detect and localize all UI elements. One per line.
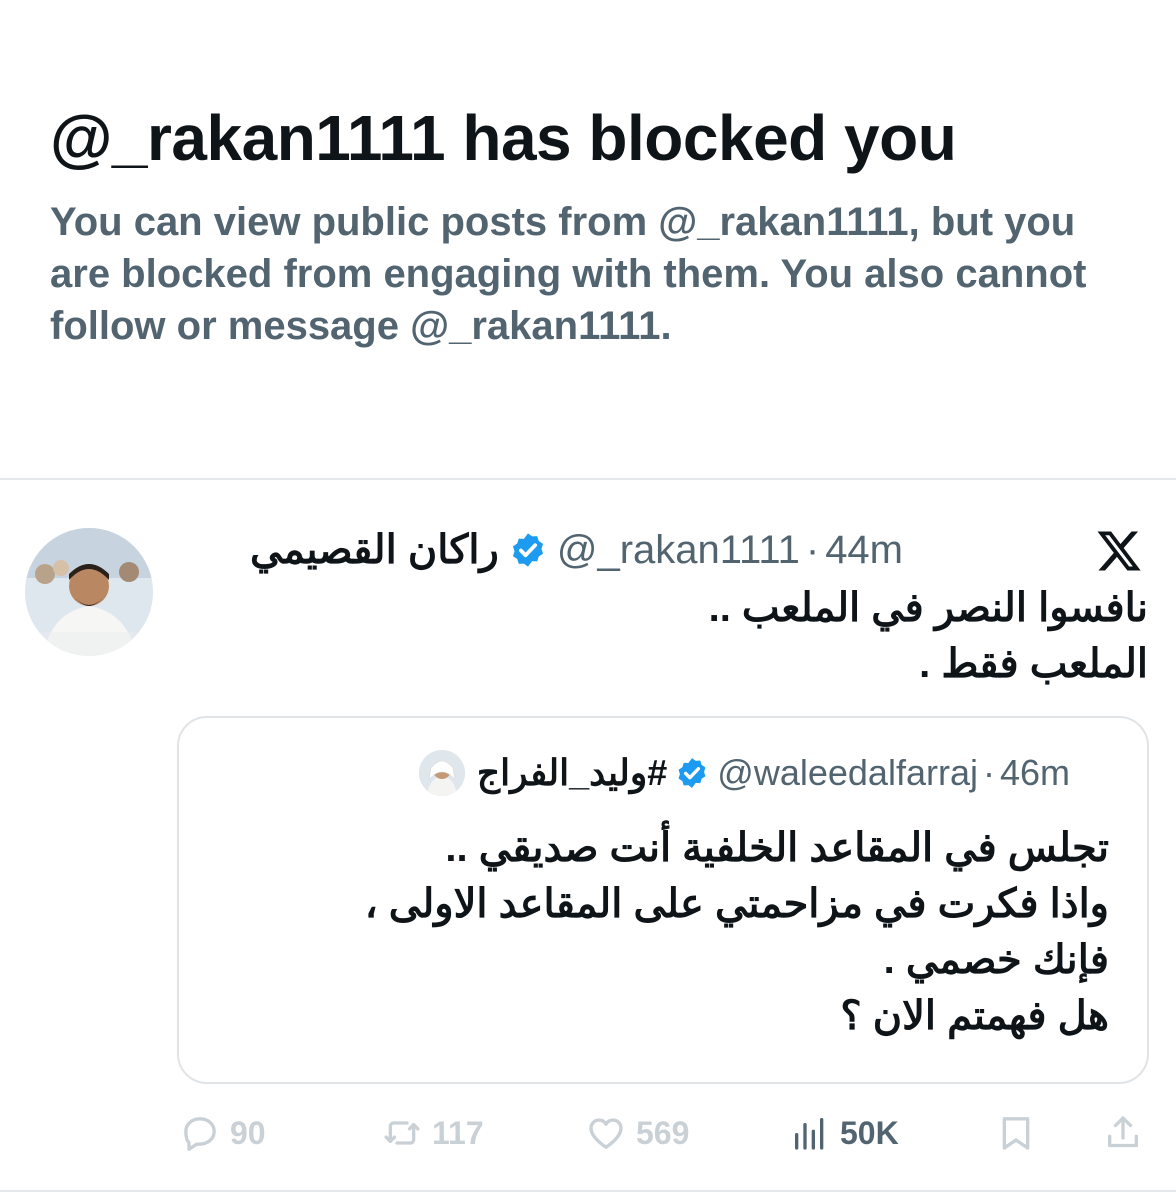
quote-time[interactable]: 46m bbox=[1000, 752, 1070, 794]
share-button[interactable] bbox=[1103, 1108, 1143, 1158]
bottom-divider bbox=[0, 1190, 1176, 1192]
blocked-title: @_rakan1111 has blocked you bbox=[50, 102, 957, 174]
author-handle[interactable]: @_rakan1111 bbox=[557, 528, 800, 573]
bookmark-icon bbox=[1002, 1117, 1030, 1150]
repost-button[interactable]: 117 bbox=[382, 1108, 484, 1158]
section-divider bbox=[0, 478, 1176, 480]
like-button[interactable]: 569 bbox=[586, 1108, 689, 1158]
post-header: راكان القصيمي @_rakan1111 · 44m bbox=[250, 523, 903, 577]
post-text-line: الملعب فقط . bbox=[919, 642, 1148, 686]
blocked-notice: @_rakan1111 has blocked you You can view… bbox=[50, 100, 1140, 352]
quote-author-handle[interactable]: @waleedalfarraj bbox=[717, 752, 978, 794]
x-logo-icon bbox=[1097, 531, 1141, 571]
blocked-description: You can view public posts from @_rakan11… bbox=[50, 200, 1087, 348]
share-icon bbox=[1108, 1116, 1138, 1148]
quote-text-line: واذا فكرت في مزاحمتي على المقاعد الاولى … bbox=[364, 882, 1109, 926]
verified-badge-icon bbox=[678, 758, 706, 788]
views-chart-icon bbox=[795, 1118, 824, 1150]
repost-icon bbox=[384, 1121, 420, 1145]
quote-text-line: فإنك خصمي . bbox=[883, 938, 1109, 982]
post-text: نافسوا النصر في الملعب .. الملعب فقط . bbox=[248, 580, 1148, 692]
author-avatar[interactable] bbox=[25, 528, 153, 656]
reply-button[interactable]: 90 bbox=[180, 1108, 266, 1158]
quote-text: تجلس في المقاعد الخلفية أنت صديقي .. واذ… bbox=[219, 820, 1109, 1044]
views-button[interactable]: 50K bbox=[790, 1108, 899, 1158]
quote-header: #وليد_الفراج @waleedalfarraj · 46m bbox=[418, 748, 1070, 798]
views-count: 50K bbox=[840, 1114, 899, 1151]
quote-author-avatar bbox=[418, 750, 465, 796]
like-count: 569 bbox=[636, 1114, 690, 1151]
quote-text-line: هل فهمتم الان ؟ bbox=[840, 994, 1109, 1038]
bookmark-button[interactable] bbox=[996, 1108, 1036, 1158]
post-text-line: نافسوا النصر في الملعب .. bbox=[708, 586, 1148, 630]
heart-icon bbox=[589, 1118, 623, 1149]
quote-author-name[interactable]: #وليد_الفراج bbox=[477, 752, 667, 794]
meta-separator: · bbox=[982, 752, 995, 793]
repost-count: 117 bbox=[432, 1114, 484, 1151]
action-bar: 90 117 569 50K bbox=[0, 1108, 1176, 1158]
quote-text-line: تجلس في المقاعد الخلفية أنت صديقي .. bbox=[445, 826, 1109, 870]
reply-count: 90 bbox=[230, 1114, 266, 1151]
author-name[interactable]: راكان القصيمي bbox=[250, 527, 499, 573]
reply-icon bbox=[184, 1117, 216, 1151]
quoted-post[interactable]: #وليد_الفراج @waleedalfarraj · 46m تجلس … bbox=[177, 716, 1149, 1084]
meta-separator: · bbox=[805, 527, 820, 572]
verified-badge-icon bbox=[512, 533, 543, 567]
post-time[interactable]: 44m bbox=[825, 528, 903, 573]
